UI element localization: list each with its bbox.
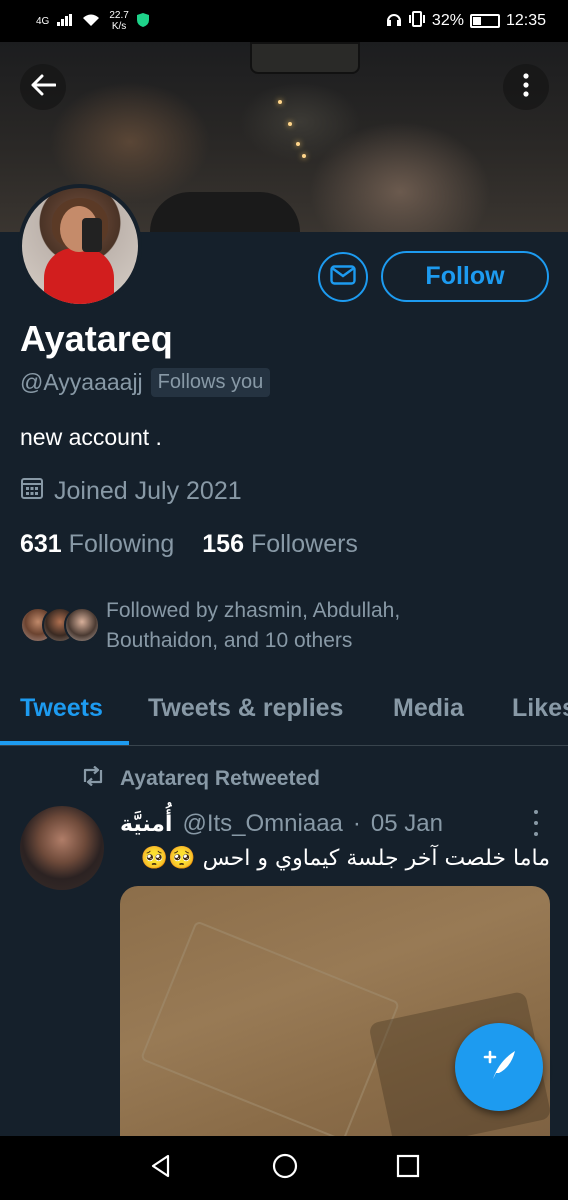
profile-bio: new account . bbox=[20, 424, 162, 450]
following-link[interactable]: 631 Following bbox=[20, 530, 174, 559]
network-label: 4G bbox=[36, 15, 50, 27]
banner-mirror bbox=[250, 42, 360, 74]
speed-unit: K/s bbox=[111, 21, 127, 32]
banner-light bbox=[278, 100, 282, 104]
followed-by-line: Followed by zhasmin, Abdullah, bbox=[106, 599, 401, 622]
clock: 12:35 bbox=[505, 12, 546, 29]
speed-value: 22.7 bbox=[109, 10, 129, 21]
joined-date: Joined July 2021 bbox=[54, 477, 242, 505]
tweet-header: أُمنيَّة @Its_Omniaaa · 05 Jan bbox=[120, 810, 540, 838]
tweet-author-avatar[interactable] bbox=[20, 806, 104, 890]
signal-icon bbox=[57, 13, 73, 29]
banner-light bbox=[302, 154, 306, 158]
followed-by-avatars bbox=[20, 607, 100, 645]
tab-media[interactable]: Media bbox=[393, 694, 464, 723]
following-label: Following bbox=[68, 530, 175, 558]
tab-tweets[interactable]: Tweets bbox=[20, 694, 103, 723]
shield-icon bbox=[136, 12, 149, 30]
status-bar: 4G 22.7 K/s 32% 12:35 bbox=[0, 0, 568, 42]
followed-by-line: Bouthaidon, and 10 others bbox=[106, 629, 353, 652]
tweet-date[interactable]: 05 Jan bbox=[371, 810, 443, 838]
tab-tweets-replies[interactable]: Tweets & replies bbox=[148, 694, 343, 723]
wifi-icon bbox=[81, 13, 101, 30]
profile-avatar[interactable] bbox=[18, 184, 142, 308]
retweet-icon bbox=[80, 765, 106, 792]
network-speed: 22.7 K/s bbox=[109, 10, 128, 32]
following-count: 631 bbox=[20, 530, 62, 558]
profile-handle: @Ayyaaaajj bbox=[20, 369, 143, 395]
followers-count: 156 bbox=[202, 530, 244, 558]
handle-row: @Ayyaaaajj Follows you bbox=[20, 368, 271, 397]
back-button[interactable] bbox=[20, 64, 66, 110]
followed-by-row[interactable]: Followed by zhasmin, Abdullah, Bouthaido… bbox=[20, 596, 486, 656]
nav-home-button[interactable] bbox=[271, 1152, 299, 1185]
joined-row: Joined July 2021 bbox=[20, 476, 242, 507]
message-button[interactable] bbox=[318, 252, 368, 302]
banner-dashboard bbox=[150, 192, 300, 232]
status-right: 32% 12:35 bbox=[386, 10, 546, 32]
tweet-more-dot bbox=[534, 832, 538, 836]
profile-display-name: Ayatareq bbox=[20, 318, 173, 359]
tweet-more-dot bbox=[534, 821, 538, 825]
retweet-label: Ayatareq Retweeted bbox=[120, 767, 320, 790]
tweet-author-handle[interactable]: @Its_Omniaaa bbox=[182, 810, 342, 838]
mini-avatar bbox=[64, 607, 100, 643]
more-options-button[interactable] bbox=[503, 64, 549, 110]
battery-percent: 32% bbox=[431, 12, 464, 29]
status-left: 4G 22.7 K/s bbox=[36, 10, 149, 32]
banner-light bbox=[296, 142, 300, 146]
follows-you-badge: Follows you bbox=[150, 368, 271, 397]
calendar-icon bbox=[20, 476, 44, 507]
tweet-author-name[interactable]: أُمنيَّة bbox=[120, 812, 172, 837]
tweet-text: ماما خلصت آخر جلسة كيماوي و احس 🥺🥺 bbox=[140, 846, 550, 871]
follow-counts: 631 Following 156 Followers bbox=[20, 530, 358, 559]
active-tab-indicator bbox=[0, 741, 129, 745]
followers-link[interactable]: 156 Followers bbox=[202, 530, 358, 559]
vibrate-icon bbox=[408, 10, 426, 32]
follow-button[interactable]: Follow bbox=[381, 251, 549, 302]
back-arrow-icon bbox=[30, 74, 57, 101]
avatar-shirt bbox=[44, 248, 114, 304]
envelope-icon bbox=[330, 264, 356, 290]
compose-tweet-icon bbox=[479, 1047, 519, 1088]
nav-back-button[interactable] bbox=[148, 1153, 174, 1184]
banner-light bbox=[288, 122, 292, 126]
avatar-phone bbox=[82, 218, 102, 252]
headphones-icon bbox=[386, 11, 402, 32]
more-vertical-icon bbox=[522, 72, 530, 102]
nav-recents-button[interactable] bbox=[396, 1154, 420, 1183]
retweet-context[interactable]: Ayatareq Retweeted bbox=[80, 765, 320, 792]
media-shape bbox=[139, 920, 401, 1142]
battery-icon bbox=[469, 14, 500, 28]
tab-likes[interactable]: Likes bbox=[512, 694, 568, 723]
tweet-more-button[interactable] bbox=[528, 810, 544, 836]
followed-by-text: Followed by zhasmin, Abdullah, Bouthaido… bbox=[106, 596, 486, 656]
followers-label: Followers bbox=[250, 530, 358, 558]
tweet-more-dot bbox=[534, 810, 538, 814]
compose-tweet-button[interactable] bbox=[455, 1023, 543, 1111]
profile-tabs: Tweets Tweets & replies Media Likes bbox=[0, 686, 568, 746]
system-nav-bar bbox=[0, 1136, 568, 1200]
tweet-separator: · bbox=[352, 810, 361, 837]
